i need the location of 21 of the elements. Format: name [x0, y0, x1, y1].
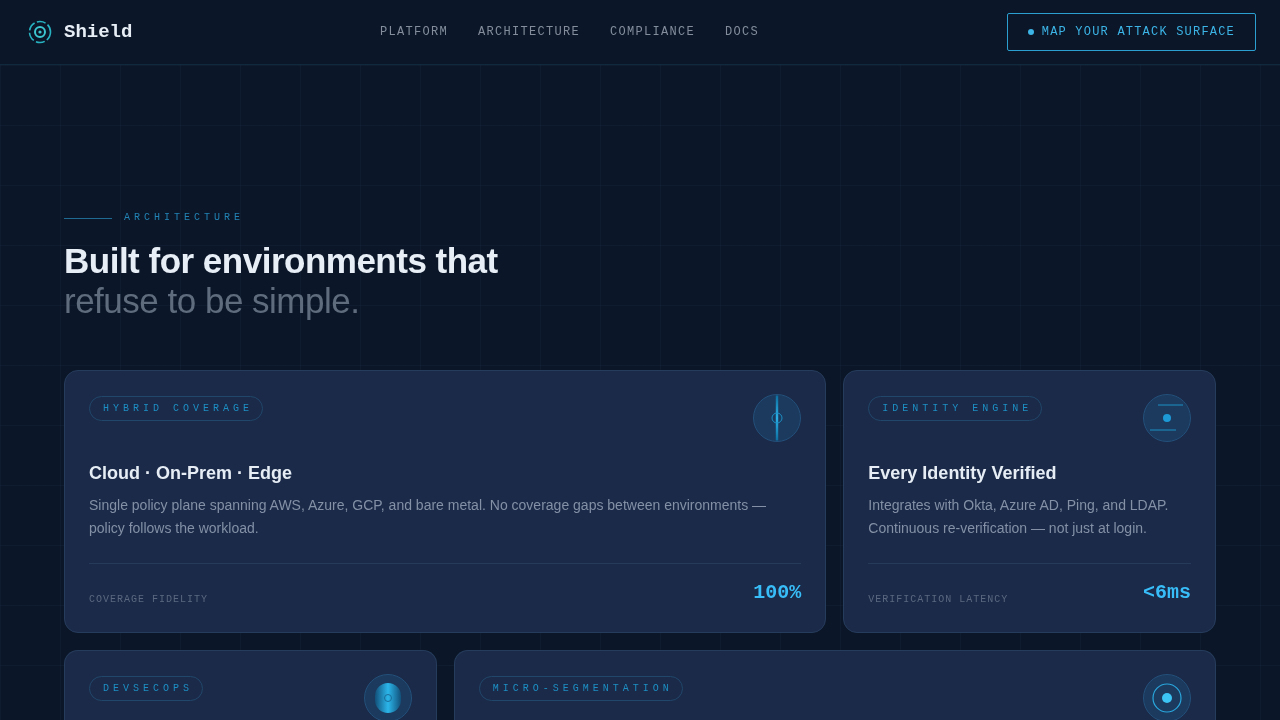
- nav-link[interactable]: DOCS: [725, 25, 760, 39]
- lines-dot-icon: [1143, 394, 1191, 442]
- section-eyebrow: ARCHITECTURE: [124, 212, 244, 224]
- metric-label: VERIFICATION LATENCY: [868, 594, 1009, 606]
- card-title: Every Identity Verified: [868, 462, 1058, 484]
- nav-link[interactable]: COMPLIANCE: [610, 25, 696, 39]
- section-heading: Built for environments that: [64, 241, 498, 281]
- dot-icon: [1027, 29, 1034, 35]
- metric-label: COVERAGE FIDELITY: [89, 594, 209, 606]
- nav-link[interactable]: PLATFORM: [380, 25, 449, 39]
- nav-link[interactable]: ARCHITECTURE: [478, 25, 581, 39]
- section-subheading: refuse to be simple.: [64, 281, 360, 321]
- cta-button[interactable]: MAP YOUR ATTACK SURFACE: [1006, 13, 1256, 51]
- split-circle-icon: [753, 394, 802, 442]
- ring-logo-icon: [28, 20, 52, 44]
- metric-value: <6ms: [1142, 581, 1191, 605]
- brand-name: Shield: [64, 21, 133, 43]
- card-description: Single policy plane spanning AWS, Azure, GCP, and bare metal. No coverage gaps between environments — policy follows the workload.: [89, 496, 768, 538]
- card-description: Integrates with Okta, Azure AD, Ping, and LDAP. Continuous re-verification — not just at login.: [868, 496, 1170, 538]
- metric-value: 100%: [753, 581, 802, 605]
- card-title: Cloud · On-Prem · Edge: [89, 462, 293, 484]
